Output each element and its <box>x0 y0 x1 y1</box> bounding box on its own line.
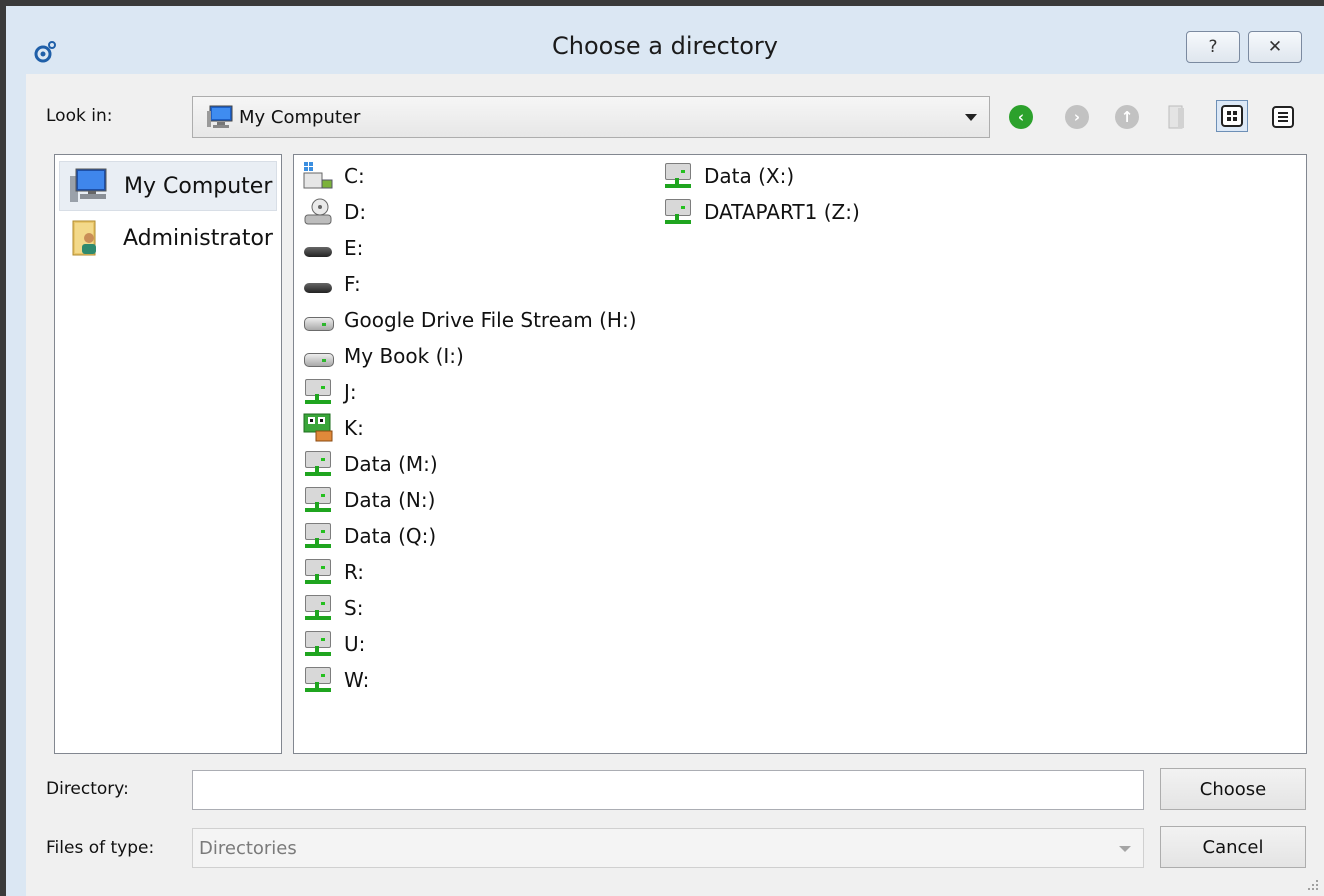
list-item[interactable]: K: <box>302 411 364 445</box>
sidebar-item-label: My Computer <box>124 173 273 199</box>
files-of-type-select[interactable]: Directories <box>192 828 1144 868</box>
directory-input[interactable] <box>192 770 1144 810</box>
list-item-label: W: <box>344 668 370 692</box>
hard-drive-icon <box>302 305 334 335</box>
list-view-button[interactable] <box>1216 100 1248 132</box>
disc-drive-icon <box>304 198 332 225</box>
list-item[interactable]: Data (Q:) <box>302 519 436 553</box>
dialog-window: Choose a directory ? ✕ Look in: My Compu… <box>0 0 1324 896</box>
list-item-label: C: <box>344 164 365 188</box>
forward-button[interactable]: › <box>1062 102 1092 132</box>
list-item-label: R: <box>344 560 365 584</box>
system-drive-icon <box>303 162 333 189</box>
list-item[interactable]: F: <box>302 267 361 301</box>
list-item-label: E: <box>344 236 364 260</box>
forward-arrow-icon: › <box>1065 105 1089 129</box>
list-item[interactable]: DATAPART1 (Z:) <box>662 195 860 229</box>
list-item-label: My Book (I:) <box>344 344 464 368</box>
cancel-button[interactable]: Cancel <box>1160 826 1306 868</box>
list-item[interactable]: C: <box>302 159 365 193</box>
look-in-combo[interactable]: My Computer <box>192 96 990 138</box>
list-item[interactable]: J: <box>302 375 357 409</box>
network-drive-icon <box>302 377 334 407</box>
list-item-label: Google Drive File Stream (H:) <box>344 308 637 332</box>
list-item-label: J: <box>344 380 357 404</box>
user-folder-icon <box>72 220 96 256</box>
resize-grip-icon[interactable] <box>1306 878 1320 892</box>
files-of-type-value: Directories <box>199 838 297 859</box>
list-item[interactable]: Data (M:) <box>302 447 438 481</box>
up-arrow-icon: ↑ <box>1115 105 1139 129</box>
list-item-label: D: <box>344 200 367 224</box>
list-item[interactable]: U: <box>302 627 365 661</box>
places-sidebar: My Computer Administrator <box>54 154 282 754</box>
list-item[interactable]: D: <box>302 195 366 229</box>
network-drive-icon <box>302 557 334 587</box>
chevron-down-icon <box>965 114 977 121</box>
chevron-down-icon <box>1119 846 1131 852</box>
network-drive-icon <box>302 485 334 515</box>
list-item[interactable]: R: <box>302 555 364 589</box>
list-item[interactable]: S: <box>302 591 363 625</box>
list-item[interactable]: Data (X:) <box>662 159 794 193</box>
file-list: C: D: E: F: Google Drive File Stream (H:… <box>293 154 1307 754</box>
new-folder-button[interactable] <box>1162 102 1192 132</box>
list-item-label: Data (M:) <box>344 452 438 476</box>
back-arrow-icon: ‹ <box>1009 105 1033 129</box>
network-drive-icon <box>302 449 334 479</box>
sidebar-item-my-computer[interactable]: My Computer <box>59 161 277 211</box>
network-drive-icon <box>302 521 334 551</box>
detail-view-button[interactable] <box>1268 102 1298 132</box>
network-drive-icon <box>302 665 334 695</box>
optical-drive-icon <box>302 269 334 299</box>
computer-icon <box>207 105 233 128</box>
network-drive-icon <box>662 197 694 227</box>
optical-drive-icon <box>302 233 334 263</box>
choose-button[interactable]: Choose <box>1160 768 1306 810</box>
list-item[interactable]: W: <box>302 663 369 697</box>
list-item-label: Data (N:) <box>344 488 436 512</box>
network-drive-icon <box>662 161 694 191</box>
look-in-value: My Computer <box>239 107 361 128</box>
close-icon: ✕ <box>1267 37 1283 57</box>
network-drive-icon <box>302 593 334 623</box>
help-icon: ? <box>1208 37 1218 57</box>
list-item[interactable]: Google Drive File Stream (H:) <box>302 303 637 337</box>
list-item-label: K: <box>344 416 364 440</box>
details-view-icon <box>1272 106 1294 128</box>
list-item-label: U: <box>344 632 366 656</box>
close-button[interactable]: ✕ <box>1248 31 1302 63</box>
sidebar-item-label: Administrator <box>123 225 273 251</box>
computer-icon <box>70 168 107 202</box>
dialog-body: Look in: My Computer ‹ › ↑ My Computer A… <box>26 74 1324 896</box>
icon-view-icon <box>1221 105 1243 127</box>
list-item[interactable]: E: <box>302 231 363 265</box>
list-item-label: F: <box>344 272 361 296</box>
list-item-label: S: <box>344 596 364 620</box>
up-button[interactable]: ↑ <box>1112 102 1142 132</box>
new-folder-icon <box>1168 105 1184 129</box>
list-item[interactable]: Data (N:) <box>302 483 435 517</box>
directory-label: Directory: <box>46 779 129 799</box>
dialog-title: Choose a directory <box>552 32 778 60</box>
list-item-label: Data (X:) <box>704 164 795 188</box>
files-of-type-label: Files of type: <box>46 838 155 858</box>
hard-drive-icon <box>302 341 334 371</box>
list-item-label: Data (Q:) <box>344 524 437 548</box>
special-drive-icon <box>303 413 333 442</box>
list-item[interactable]: My Book (I:) <box>302 339 464 373</box>
sidebar-item-administrator[interactable]: Administrator <box>59 213 277 263</box>
back-button[interactable]: ‹ <box>1006 102 1036 132</box>
network-drive-icon <box>302 629 334 659</box>
help-button[interactable]: ? <box>1186 31 1240 63</box>
look-in-label: Look in: <box>46 106 113 126</box>
list-item-label: DATAPART1 (Z:) <box>704 200 860 224</box>
